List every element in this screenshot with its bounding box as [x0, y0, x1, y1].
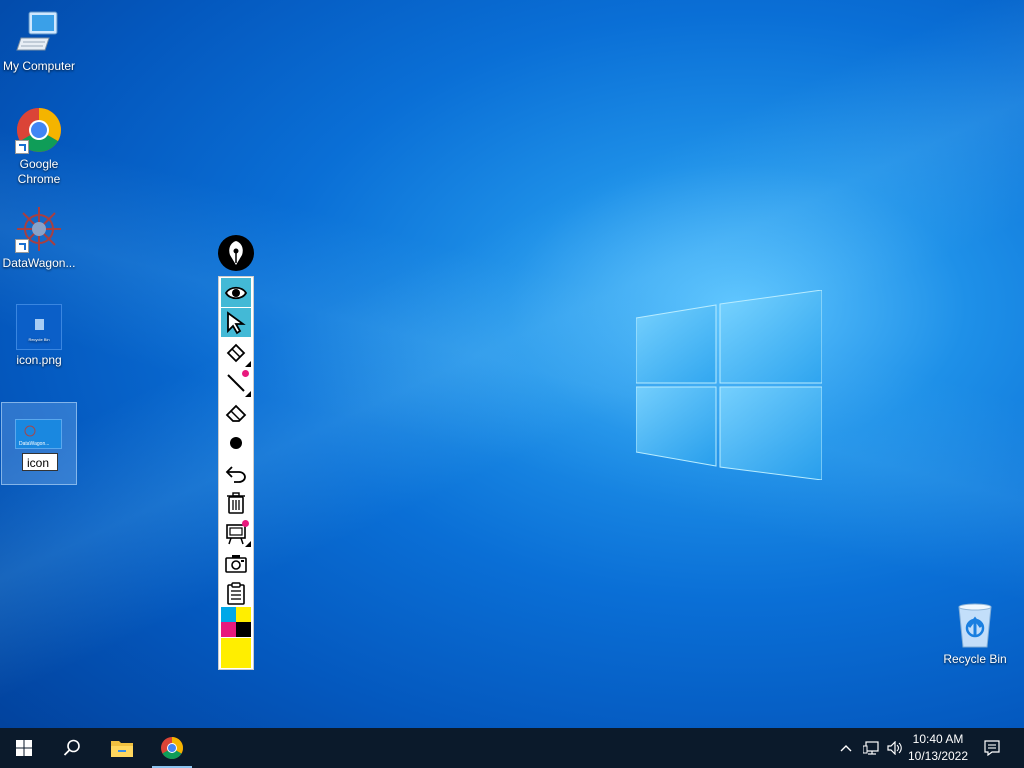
desktop-icon-datawagon[interactable]: DataWagon...	[0, 205, 78, 271]
desktop-icon-label: icon.png	[16, 353, 62, 367]
image-thumbnail-icon: DataWagon...	[15, 419, 62, 449]
toolbar-dot-button[interactable]	[221, 428, 251, 457]
toolbar-screenshot-button[interactable]	[221, 548, 251, 577]
color-indicator-dot	[242, 520, 249, 527]
start-button[interactable]	[0, 728, 48, 768]
search-button[interactable]	[48, 728, 96, 768]
toolbar-clipboard-button[interactable]	[221, 578, 251, 607]
toolbar-eye-button[interactable]	[221, 278, 251, 307]
desktop-icon-renaming[interactable]: DataWagon...	[1, 402, 77, 485]
chevron-up-icon	[840, 745, 852, 752]
action-center-button[interactable]	[978, 728, 1006, 768]
volume-icon	[887, 741, 902, 755]
toolbar-clear-button[interactable]	[221, 488, 251, 517]
recycle-bin-icon	[951, 601, 999, 649]
toolbar-undo-button[interactable]	[221, 458, 251, 487]
notifications-icon	[984, 740, 1000, 756]
network-button[interactable]	[860, 728, 882, 768]
rename-input[interactable]: icon	[22, 453, 58, 471]
chrome-taskbar-button[interactable]	[148, 728, 196, 768]
desktop-icon-label: DataWagon...	[2, 256, 76, 270]
eraser-icon	[225, 404, 247, 422]
color-indicator-dot	[242, 370, 249, 377]
shortcut-arrow-icon	[15, 239, 29, 253]
color-palette	[221, 607, 251, 668]
submenu-corner-indicator	[245, 391, 251, 397]
submenu-corner-indicator	[245, 541, 251, 547]
taskbar-clock[interactable]: 10:40 AM 10/13/2022	[904, 731, 972, 765]
color-swatch-cyan[interactable]	[221, 607, 236, 622]
volume-button[interactable]	[884, 728, 906, 768]
dot-icon	[230, 436, 242, 449]
start-icon	[16, 740, 32, 756]
desktop-icon-recycle-bin[interactable]: Recycle Bin	[936, 601, 1014, 667]
eye-icon	[224, 286, 248, 299]
toolbar-highlighter-button[interactable]	[221, 338, 251, 367]
color-swatch-magenta[interactable]	[221, 622, 236, 637]
image-file-icon: Recycle Bin	[16, 304, 62, 350]
desktop-icon-my-computer[interactable]: My Computer	[0, 8, 78, 74]
pen-nib-toggle-button[interactable]	[218, 235, 254, 271]
current-color-swatch[interactable]	[221, 638, 251, 668]
chrome-icon	[161, 737, 183, 759]
desktop-icon-google-chrome[interactable]: Google Chrome	[0, 106, 78, 187]
search-icon	[63, 739, 80, 756]
toolbar-cursor-button[interactable]	[221, 308, 251, 337]
chrome-icon	[15, 106, 63, 154]
taskbar: 10:40 AM 10/13/2022	[0, 728, 1024, 768]
windows-wallpaper-logo	[636, 290, 822, 480]
desktop-icon-icon-png[interactable]: Recycle Bin icon.png	[0, 304, 78, 368]
thumbnail-caption: DataWagon...	[19, 441, 49, 447]
desktop-icon-label: My Computer	[2, 59, 76, 73]
cursor-arrow-icon	[227, 310, 246, 334]
datawagon-logo-icon	[15, 205, 63, 253]
network-icon	[863, 741, 879, 755]
clipboard-icon	[227, 581, 245, 605]
file-explorer-button[interactable]	[98, 728, 146, 768]
color-swatch-yellow[interactable]	[236, 607, 251, 622]
submenu-corner-indicator	[245, 361, 251, 367]
undo-icon	[225, 465, 246, 483]
toolbar-whiteboard-button[interactable]	[221, 518, 251, 547]
thumbnail-caption: Recycle Bin	[28, 337, 49, 342]
trash-icon	[227, 491, 245, 514]
toolbar-eraser-button[interactable]	[221, 398, 251, 427]
shortcut-arrow-icon	[15, 140, 29, 154]
show-hidden-icons-button[interactable]	[836, 728, 856, 768]
camera-icon	[225, 554, 247, 573]
color-swatch-black[interactable]	[236, 622, 251, 637]
desktop-icon-label: Recycle Bin	[943, 652, 1007, 666]
clock-date: 10/13/2022	[907, 749, 969, 763]
annotation-toolbar	[218, 276, 254, 670]
pen-nib-icon	[229, 241, 243, 265]
toolbar-pen-button[interactable]	[221, 368, 251, 397]
file-explorer-icon	[111, 741, 133, 757]
computer-icon	[15, 8, 63, 56]
desktop-icon-label: Google Chrome	[17, 157, 61, 186]
clock-time: 10:40 AM	[912, 732, 964, 746]
